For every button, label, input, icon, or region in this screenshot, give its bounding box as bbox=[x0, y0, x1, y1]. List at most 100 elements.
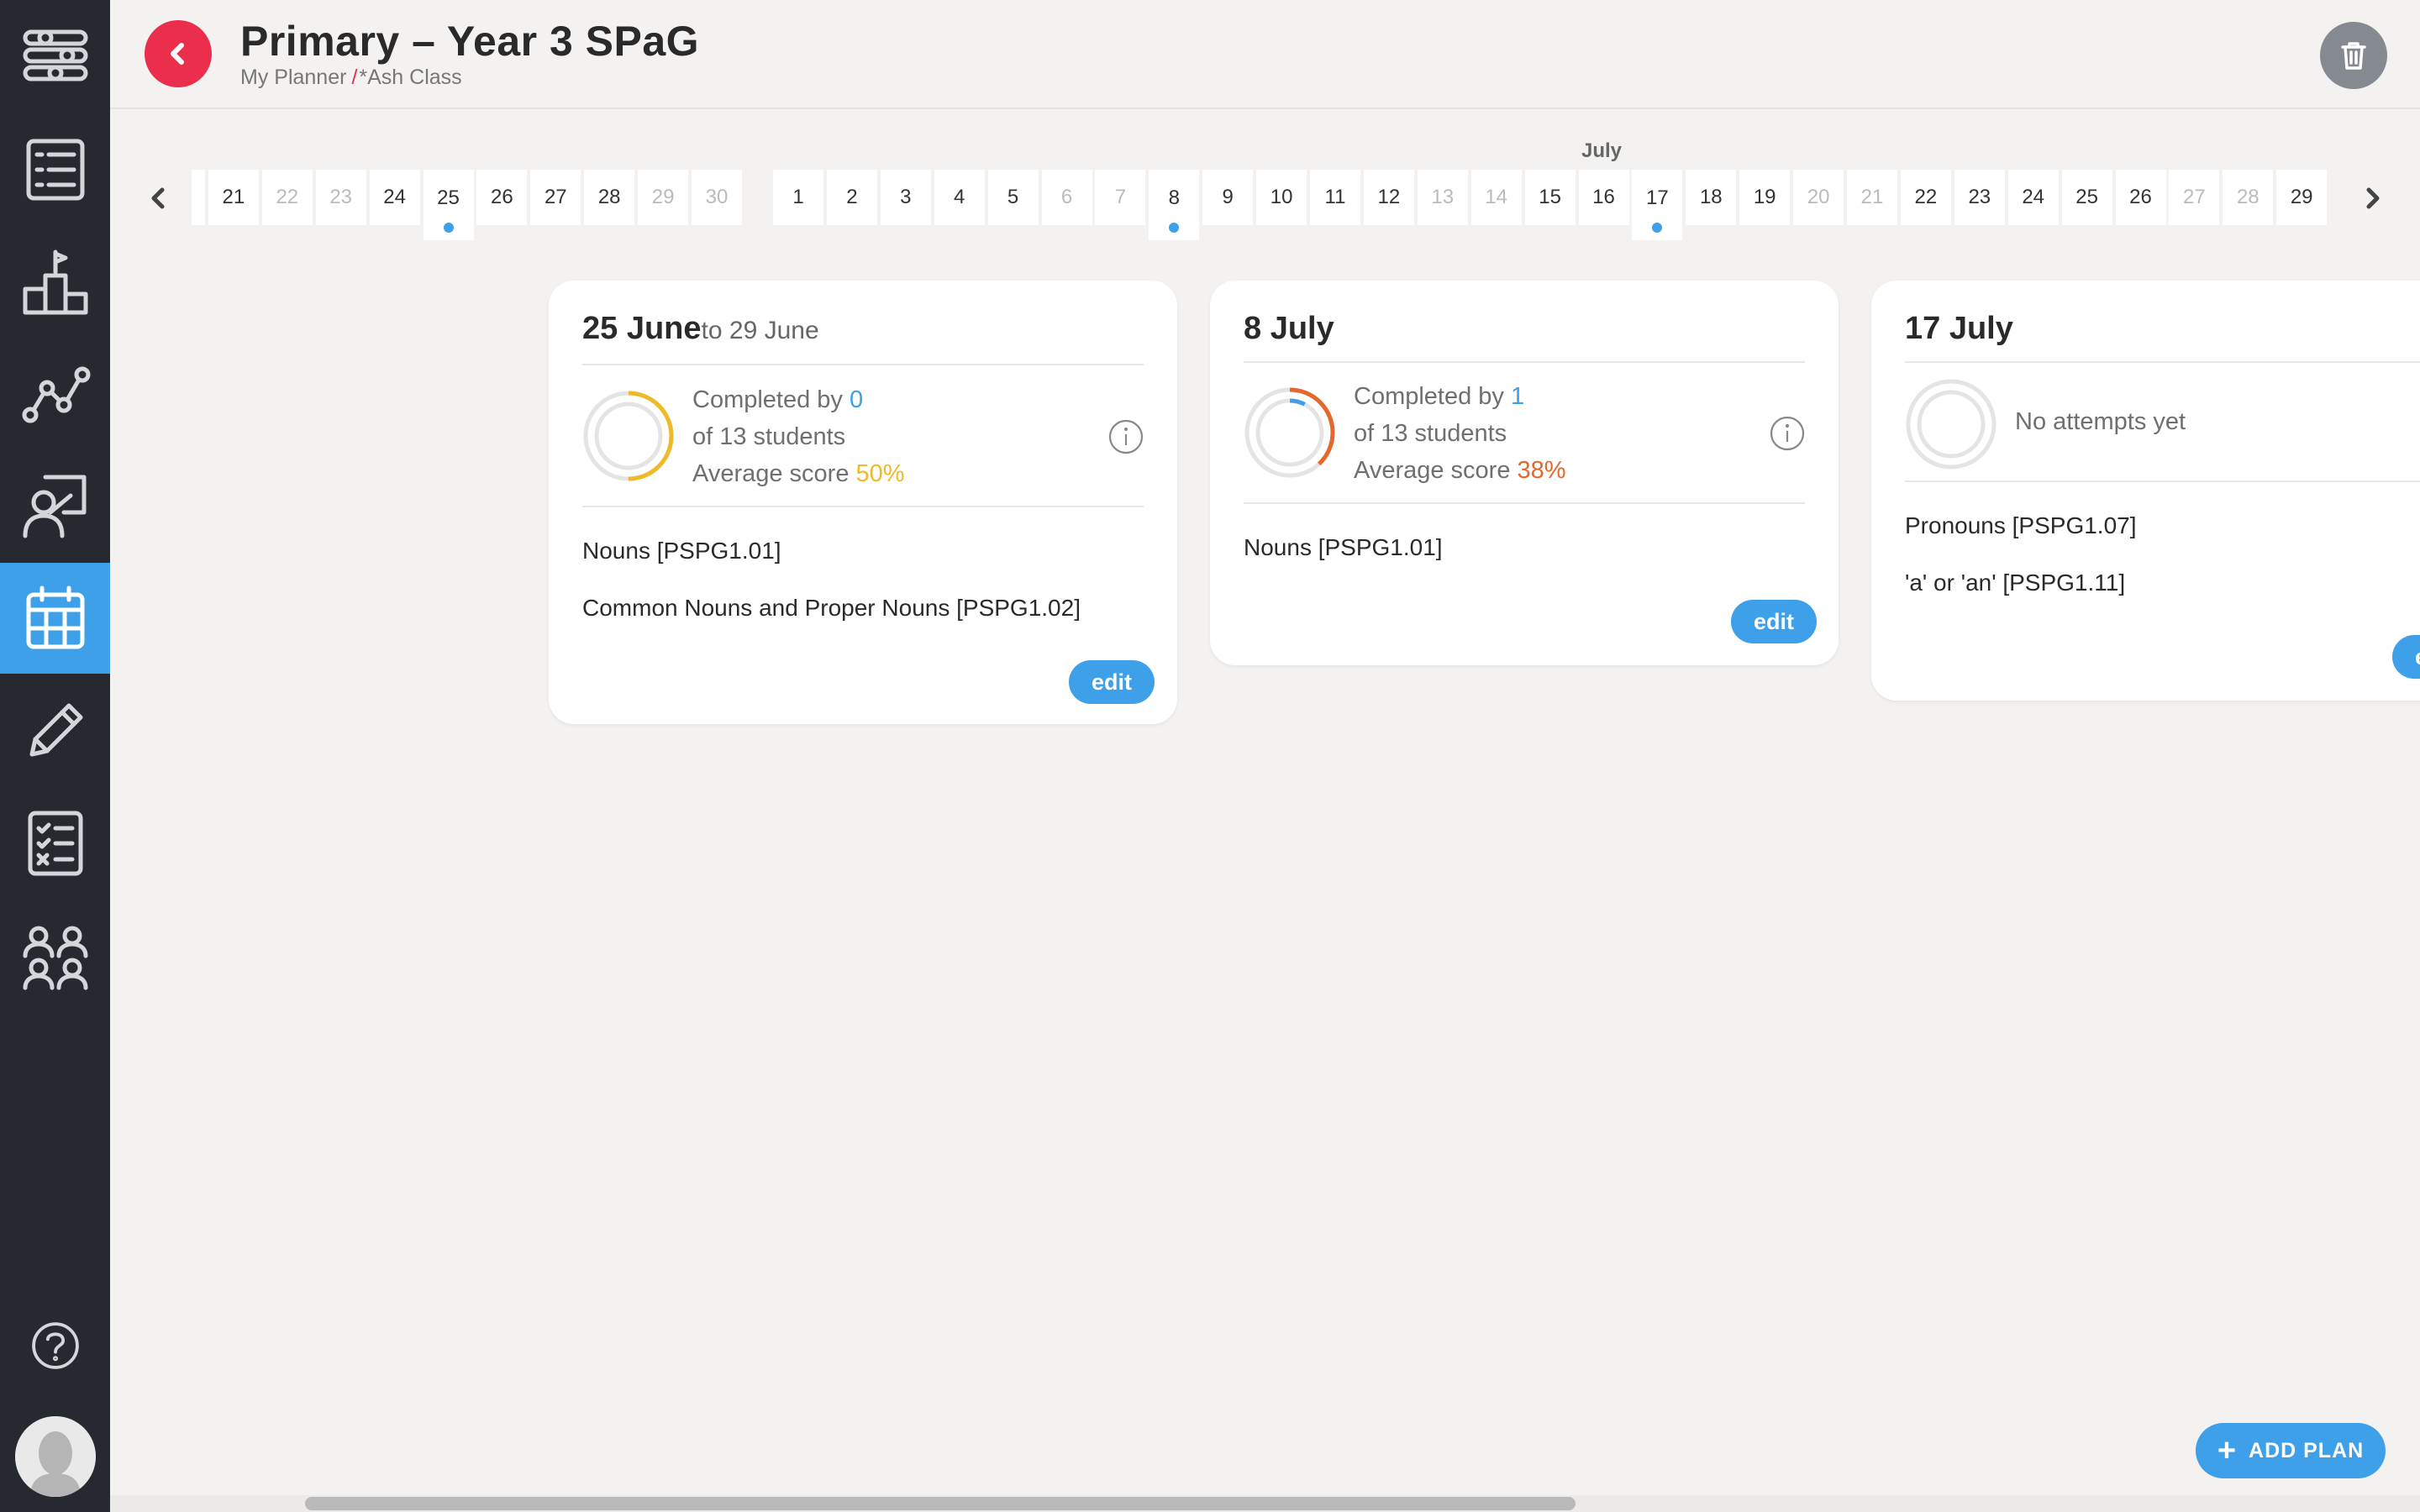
students-count: of 13 students bbox=[692, 423, 846, 450]
sidebar-item-create[interactable] bbox=[0, 675, 110, 786]
date-july-3[interactable]: 3 bbox=[880, 170, 931, 225]
date-july-11[interactable]: 11 bbox=[1310, 170, 1360, 225]
date-july-24[interactable]: 24 bbox=[2007, 170, 2059, 225]
date-june-29[interactable]: 29 bbox=[638, 170, 689, 225]
date-july-10[interactable]: 10 bbox=[1256, 170, 1307, 225]
date-june-28[interactable]: 28 bbox=[584, 170, 635, 225]
date-july-4[interactable]: 4 bbox=[934, 170, 985, 225]
date-july-1[interactable]: 1 bbox=[773, 170, 823, 225]
date-june-22[interactable]: 22 bbox=[261, 170, 313, 225]
sidebar-item-list[interactable] bbox=[0, 114, 110, 225]
date-july-27[interactable]: 27 bbox=[2169, 170, 2220, 225]
date-june-30[interactable]: 30 bbox=[692, 170, 742, 225]
plan-card-1: 25 Juneto 29 June Completed by 0 of 13 s… bbox=[549, 281, 1177, 724]
divider bbox=[1244, 361, 1805, 363]
date-june-21[interactable]: 21 bbox=[208, 170, 259, 225]
breadcrumb-root[interactable]: My Planner bbox=[240, 66, 346, 89]
date-july-5[interactable]: 5 bbox=[987, 170, 1039, 225]
topic-item[interactable]: Nouns [PSPG1.01] bbox=[582, 538, 781, 564]
students-count: of 13 students bbox=[1354, 420, 1507, 447]
calendar-icon bbox=[26, 585, 84, 649]
divider bbox=[582, 506, 1144, 507]
back-button[interactable] bbox=[145, 20, 212, 87]
date-july-17[interactable]: 17 bbox=[1632, 170, 1683, 240]
topic-item[interactable]: Nouns [PSPG1.01] bbox=[1244, 534, 1443, 561]
info-icon[interactable] bbox=[1769, 415, 1806, 452]
topic-item[interactable]: Pronouns [PSPG1.07] bbox=[1905, 512, 2137, 539]
date-july-8[interactable]: 8 bbox=[1149, 170, 1200, 240]
average-score: 50% bbox=[855, 460, 905, 487]
card-date: 17 July bbox=[1905, 311, 2013, 346]
date-july-28[interactable]: 28 bbox=[2223, 170, 2274, 225]
average-label: Average score bbox=[692, 460, 856, 487]
user-silhouette-icon bbox=[15, 1416, 96, 1497]
prev-dates-button[interactable] bbox=[141, 181, 175, 215]
scrollbar-thumb[interactable] bbox=[305, 1497, 1576, 1510]
date-july-19[interactable]: 19 bbox=[1739, 170, 1791, 225]
completion-stats: Completed by 0 of 13 students Average sc… bbox=[692, 381, 905, 492]
date-july-18[interactable]: 18 bbox=[1686, 170, 1737, 225]
date-july-16[interactable]: 16 bbox=[1578, 170, 1629, 225]
date-july-25[interactable]: 25 bbox=[2061, 170, 2112, 225]
plus-icon: + bbox=[2217, 1433, 2238, 1468]
edit-button[interactable]: edit bbox=[2392, 635, 2420, 679]
card-header: 8 July bbox=[1244, 311, 1334, 347]
trash-icon bbox=[2341, 42, 2366, 70]
date-june-25[interactable]: 25 bbox=[423, 170, 474, 240]
card-header: 25 Juneto 29 June bbox=[582, 311, 819, 347]
date-july-12[interactable]: 12 bbox=[1363, 170, 1414, 225]
date-june-26[interactable]: 26 bbox=[476, 170, 528, 225]
date-july-14[interactable]: 14 bbox=[1470, 170, 1522, 225]
date-july-9[interactable]: 9 bbox=[1202, 170, 1254, 225]
sidebar-item-classes[interactable] bbox=[0, 900, 110, 1011]
plan-card-2: 8 July Completed by 1 of 13 students Ave… bbox=[1210, 281, 1839, 665]
sidebar-item-help[interactable] bbox=[0, 1290, 110, 1401]
completed-count: 1 bbox=[1511, 383, 1525, 410]
completed-label: Completed by bbox=[692, 386, 850, 413]
pathways-icon bbox=[23, 29, 87, 81]
date-july-20[interactable]: 20 bbox=[1793, 170, 1844, 225]
date-june-27[interactable]: 27 bbox=[530, 170, 581, 225]
date-july-23[interactable]: 23 bbox=[1954, 170, 2005, 225]
date-july-2[interactable]: 2 bbox=[826, 170, 877, 225]
list-icon bbox=[26, 139, 84, 201]
sidebar-item-planner[interactable] bbox=[0, 563, 110, 674]
sidebar-item-pathways[interactable] bbox=[0, 0, 110, 111]
date-june-23[interactable]: 23 bbox=[315, 170, 366, 225]
avatar[interactable] bbox=[15, 1416, 96, 1497]
sidebar-item-progress[interactable] bbox=[0, 339, 110, 450]
next-dates-button[interactable] bbox=[2356, 181, 2390, 215]
progress-ring bbox=[583, 391, 674, 481]
breadcrumb-current: *Ash Class bbox=[359, 66, 462, 89]
date-july-7[interactable]: 7 bbox=[1095, 170, 1146, 225]
topic-item[interactable]: 'a' or 'an' [PSPG1.11] bbox=[1905, 570, 2125, 596]
edit-button[interactable]: edit bbox=[1069, 660, 1155, 704]
sidebar-item-assessments[interactable] bbox=[0, 788, 110, 899]
date-july-15[interactable]: 15 bbox=[1524, 170, 1576, 225]
chevron-left-icon bbox=[151, 187, 165, 209]
topic-item[interactable]: Common Nouns and Proper Nouns [PSPG1.02] bbox=[582, 595, 1081, 622]
info-icon[interactable] bbox=[1107, 418, 1144, 455]
date-july-21[interactable]: 21 bbox=[1847, 170, 1897, 225]
date-july-26[interactable]: 26 bbox=[2115, 170, 2166, 225]
breadcrumb: My Planner/*Ash Class bbox=[240, 66, 462, 90]
date-june-20[interactable]: 20 bbox=[192, 170, 205, 225]
add-plan-button[interactable]: + ADD PLAN bbox=[2196, 1423, 2386, 1478]
no-attempts-text: No attempts yet bbox=[2015, 408, 2186, 435]
help-icon bbox=[31, 1322, 79, 1369]
date-july-13[interactable]: 13 bbox=[1417, 170, 1468, 225]
divider bbox=[1905, 480, 2420, 482]
date-june-24[interactable]: 24 bbox=[369, 170, 420, 225]
graph-icon bbox=[22, 366, 90, 423]
card-header: 17 July bbox=[1905, 311, 2013, 347]
date-july-29[interactable]: 29 bbox=[2276, 170, 2328, 225]
checklist-icon bbox=[28, 811, 82, 876]
sidebar-item-teach[interactable] bbox=[0, 450, 110, 561]
date-july-6[interactable]: 6 bbox=[1041, 170, 1092, 225]
progress-ring bbox=[1244, 387, 1335, 478]
delete-button[interactable] bbox=[2320, 22, 2387, 89]
sidebar-item-leaderboard[interactable] bbox=[0, 227, 110, 338]
date-july-22[interactable]: 22 bbox=[1900, 170, 1951, 225]
completed-count: 0 bbox=[850, 386, 864, 413]
edit-button[interactable]: edit bbox=[1731, 600, 1817, 643]
